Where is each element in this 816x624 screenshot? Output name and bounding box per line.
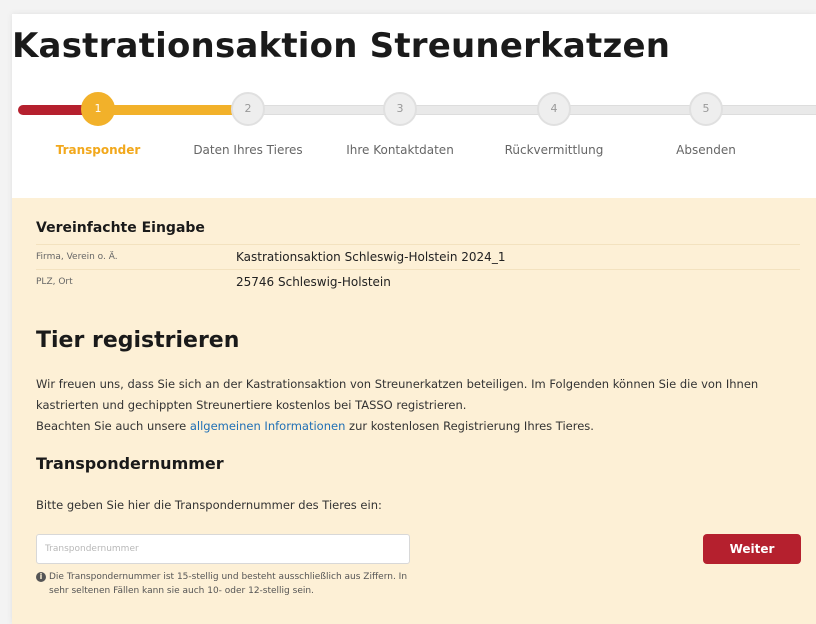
intro-text: Wir freuen uns, dass Sie sich an der Kas…	[36, 374, 806, 437]
page-title: Kastrationsaktion Streunerkatzen	[12, 26, 671, 66]
step-kontaktdaten[interactable]: 3 Ihre Kontaktdaten	[330, 92, 470, 157]
step-rueckvermittlung[interactable]: 4 Rückvermittlung	[484, 92, 624, 157]
info-row-key: Firma, Verein o. Ä.	[36, 252, 118, 262]
transponder-hint-text: Die Transpondernummer ist 15-stellig und…	[49, 572, 408, 596]
step-number: 3	[383, 92, 417, 126]
step-label: Transponder	[55, 143, 141, 157]
step-label: Rückvermittlung	[504, 143, 604, 157]
page-card: Kastrationsaktion Streunerkatzen 1 Trans…	[12, 14, 816, 624]
simplified-entry-title: Vereinfachte Eingabe	[36, 220, 205, 236]
step-number: 4	[537, 92, 571, 126]
info-icon: i	[36, 572, 46, 582]
step-number: 1	[81, 92, 115, 126]
info-row-organisation: Firma, Verein o. Ä. Kastrationsaktion Sc…	[36, 244, 800, 269]
info-row-key: PLZ, Ort	[36, 277, 73, 287]
progress-stepper: 1 Transponder 2 Daten Ihres Tieres 3 Ihr…	[12, 92, 816, 182]
section-title: Tier registrieren	[36, 328, 240, 353]
step-label: Absenden	[676, 143, 736, 157]
intro-note-prefix: Beachten Sie auch unsere	[36, 419, 190, 433]
transponder-input[interactable]	[36, 534, 410, 564]
transponder-heading: Transpondernummer	[36, 454, 224, 473]
step-transponder[interactable]: 1 Transponder	[28, 92, 168, 157]
step-absenden[interactable]: 5 Absenden	[636, 92, 776, 157]
step-number: 5	[689, 92, 723, 126]
general-info-link[interactable]: allgemeinen Informationen	[190, 419, 346, 433]
intro-note-suffix: zur kostenlosen Registrierung Ihres Tier…	[345, 419, 594, 433]
info-row-location: PLZ, Ort 25746 Schleswig-Holstein	[36, 269, 800, 294]
info-row-value: 25746 Schleswig-Holstein	[236, 275, 391, 289]
info-row-value: Kastrationsaktion Schleswig-Holstein 202…	[236, 250, 506, 264]
form-area: Vereinfachte Eingabe Firma, Verein o. Ä.…	[12, 198, 816, 624]
step-daten-ihres-tieres[interactable]: 2 Daten Ihres Tieres	[178, 92, 318, 157]
step-label: Ihre Kontaktdaten	[346, 143, 454, 157]
intro-paragraph: Wir freuen uns, dass Sie sich an der Kas…	[36, 377, 759, 412]
step-number: 2	[231, 92, 265, 126]
simplified-entry: Vereinfachte Eingabe Firma, Verein o. Ä.…	[36, 220, 800, 294]
next-button[interactable]: Weiter	[703, 534, 801, 564]
transponder-hint: i Die Transpondernummer ist 15-stellig u…	[36, 570, 426, 598]
step-label: Daten Ihres Tieres	[193, 143, 303, 157]
transponder-prompt: Bitte geben Sie hier die Transpondernumm…	[36, 498, 382, 512]
